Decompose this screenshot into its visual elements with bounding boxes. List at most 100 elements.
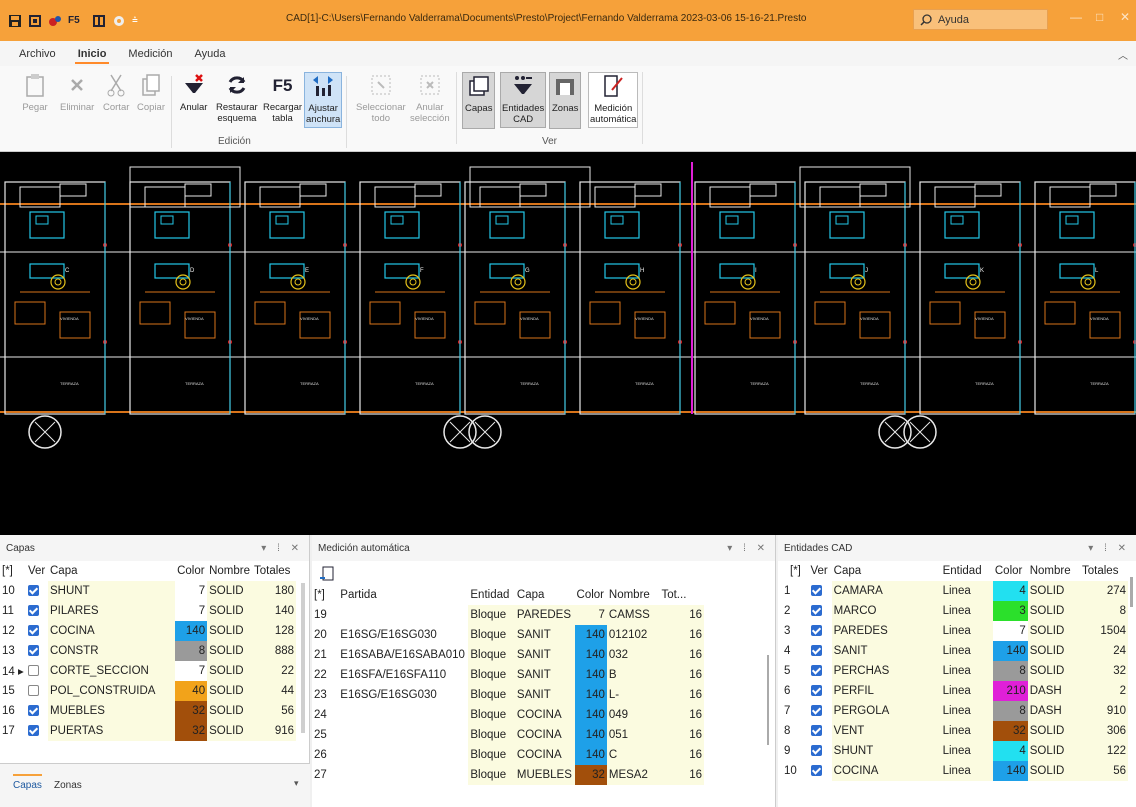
tab-inicio[interactable]: Inicio — [67, 48, 118, 66]
table-row[interactable]: 20 E16SG/E16SG030 Bloque SANIT 140 012102 16 — [312, 625, 704, 645]
table-row[interactable]: 6 PERFIL Linea 210 DASH 2 — [778, 681, 1128, 701]
settings-icon[interactable] — [112, 14, 126, 28]
col-header[interactable]: Totales — [1080, 561, 1128, 581]
panel-controls[interactable]: ▾ ⁞ ✕ — [1088, 543, 1130, 554]
tabs-dropdown-icon[interactable]: ▾ — [294, 778, 299, 789]
col-header[interactable]: Capa — [48, 561, 175, 581]
col-header[interactable]: Entidad — [468, 585, 515, 605]
table-row[interactable]: 10 COCINA Linea 140 SOLID 56 — [778, 761, 1128, 781]
visibility-checkbox[interactable] — [810, 585, 822, 597]
col-header[interactable]: Color — [575, 585, 607, 605]
table-row[interactable]: 5 PERCHAS Linea 8 SOLID 32 — [778, 661, 1128, 681]
undo-icon[interactable] — [28, 14, 42, 28]
medicion-automatica-button[interactable]: Medición automática — [588, 72, 639, 128]
visibility-checkbox[interactable] — [28, 685, 39, 697]
col-header[interactable]: [*] — [0, 561, 26, 581]
help-search[interactable]: Ayuda — [913, 9, 1048, 30]
table-row[interactable]: 24 Bloque COCINA 140 049 16 — [312, 705, 704, 725]
col-header[interactable]: Nombre — [607, 585, 660, 605]
visibility-checkbox[interactable] — [810, 745, 822, 757]
tab-archivo[interactable]: Archivo — [8, 48, 67, 66]
cad-canvas[interactable]: VIVIENDA TERRAZA C VIVIENDA TERRAZA D VIVIENDA… — [0, 152, 1136, 535]
zonas-button[interactable]: Zonas — [549, 72, 582, 129]
visibility-checkbox[interactable] — [28, 585, 39, 597]
visibility-checkbox[interactable] — [810, 625, 822, 637]
table-row[interactable]: 22 E16SFA/E16SFA110 Bloque SANIT 140 B 16 — [312, 665, 704, 685]
table-row[interactable]: 3 PAREDES Linea 7 SOLID 1504 — [778, 621, 1128, 641]
scrollbar[interactable] — [767, 655, 769, 745]
table-row[interactable]: 21 E16SABA/E16SABA010 Bloque SANIT 140 032 16 — [312, 645, 704, 665]
col-header[interactable]: Tot... — [659, 585, 704, 605]
visibility-checkbox[interactable] — [810, 645, 822, 657]
col-header[interactable]: Nombre — [207, 561, 252, 581]
new-document-icon[interactable] — [320, 565, 334, 581]
col-header[interactable]: Partida — [338, 585, 468, 605]
table-row[interactable]: 7 PERGOLA Linea 8 DASH 910 — [778, 701, 1128, 721]
panel-controls[interactable]: ▾ ⁞ ✕ — [261, 543, 303, 554]
col-header[interactable]: Ver — [26, 561, 48, 581]
table-row[interactable]: 17 PUERTAS 32 SOLID 916 — [0, 721, 296, 741]
close-icon[interactable]: ✕ — [1120, 10, 1130, 24]
visibility-checkbox[interactable] — [810, 605, 822, 617]
table-row[interactable]: 27 Bloque MUEBLES 32 MESA2 16 — [312, 765, 704, 785]
scrollbar[interactable] — [1130, 577, 1133, 607]
table-row[interactable]: 15 POL_CONSTRUIDA 40 SOLID 44 — [0, 681, 296, 701]
visibility-checkbox[interactable] — [28, 705, 39, 717]
f5-icon[interactable]: F5 — [68, 14, 86, 28]
visibility-checkbox[interactable] — [28, 665, 39, 677]
anular-seleccion-button[interactable]: Anular selección — [410, 72, 450, 124]
table-row[interactable]: 8 VENT Linea 32 SOLID 306 — [778, 721, 1128, 741]
table-row[interactable]: 4 SANIT Linea 140 SOLID 24 — [778, 641, 1128, 661]
visibility-checkbox[interactable] — [28, 645, 39, 657]
panel-controls[interactable]: ▾ ⁞ ✕ — [727, 543, 769, 554]
col-header[interactable]: Nombre — [1028, 561, 1080, 581]
visibility-checkbox[interactable] — [810, 685, 822, 697]
floor-plan-drawing[interactable]: VIVIENDA TERRAZA C VIVIENDA TERRAZA D VIVIENDA… — [0, 152, 1136, 535]
col-header[interactable]: Capa — [832, 561, 941, 581]
tab-zonas[interactable]: Zonas — [54, 780, 82, 791]
customize-dropdown-icon[interactable]: ⩮ — [132, 14, 146, 28]
col-header[interactable]: Capa — [515, 585, 575, 605]
seleccionar-todo-button[interactable]: Seleccionar todo — [356, 72, 406, 124]
entidades-cad-button[interactable]: Entidades CAD — [500, 72, 547, 128]
anular-button[interactable]: Anular — [180, 72, 207, 113]
col-header[interactable]: Ver — [809, 561, 832, 581]
tab-capas[interactable]: Capas — [13, 774, 42, 791]
tab-ayuda[interactable]: Ayuda — [183, 48, 236, 66]
table-row[interactable]: 9 SHUNT Linea 4 SOLID 122 — [778, 741, 1128, 761]
restaurar-esquema-button[interactable]: Restaurar esquema — [216, 72, 258, 124]
table-icon[interactable] — [92, 14, 106, 28]
maximize-icon[interactable]: □ — [1096, 10, 1103, 24]
table-row[interactable]: 2 MARCO Linea 3 SOLID 8 — [778, 601, 1128, 621]
table-row[interactable]: 11 PILARES 7 SOLID 140 — [0, 601, 296, 621]
visibility-checkbox[interactable] — [28, 625, 39, 637]
visibility-checkbox[interactable] — [810, 725, 822, 737]
col-header[interactable]: [*] — [312, 585, 338, 605]
table-row[interactable]: 23 E16SG/E16SG030 Bloque SANIT 140 L- 16 — [312, 685, 704, 705]
ajustar-anchura-button[interactable]: Ajustar anchura — [304, 72, 343, 128]
visibility-checkbox[interactable] — [28, 605, 39, 617]
collapse-ribbon-icon[interactable]: ︿ — [1118, 47, 1128, 62]
visibility-checkbox[interactable] — [810, 705, 822, 717]
col-header[interactable]: Totales — [252, 561, 296, 581]
copiar-button[interactable]: Copiar — [137, 72, 165, 113]
table-row[interactable]: 13 CONSTR 8 SOLID 888 — [0, 641, 296, 661]
visibility-checkbox[interactable] — [810, 765, 822, 777]
table-row[interactable]: 12 COCINA 140 SOLID 128 — [0, 621, 296, 641]
table-row[interactable]: 14 ▸ CORTE_SECCION 7 SOLID 22 — [0, 661, 296, 681]
visibility-checkbox[interactable] — [28, 725, 39, 737]
table-row[interactable]: 16 MUEBLES 32 SOLID 56 — [0, 701, 296, 721]
eliminar-button[interactable]: Eliminar — [60, 72, 94, 113]
table-row[interactable]: 19 Bloque PAREDES 7 CAMSS 16 — [312, 605, 704, 625]
col-header[interactable]: Color — [175, 561, 207, 581]
visibility-checkbox[interactable] — [810, 665, 822, 677]
col-header[interactable]: Color — [993, 561, 1028, 581]
pegar-button[interactable]: Pegar — [22, 72, 48, 113]
capas-button[interactable]: Capas — [462, 72, 496, 129]
link-icon[interactable] — [48, 14, 62, 28]
table-row[interactable]: 1 CAMARA Linea 4 SOLID 274 — [778, 581, 1128, 601]
save-icon[interactable] — [8, 14, 22, 28]
recargar-tabla-button[interactable]: F5 Recargar tabla — [263, 72, 302, 125]
table-row[interactable]: 26 Bloque COCINA 140 C 16 — [312, 745, 704, 765]
col-header[interactable]: [*] — [778, 561, 809, 581]
